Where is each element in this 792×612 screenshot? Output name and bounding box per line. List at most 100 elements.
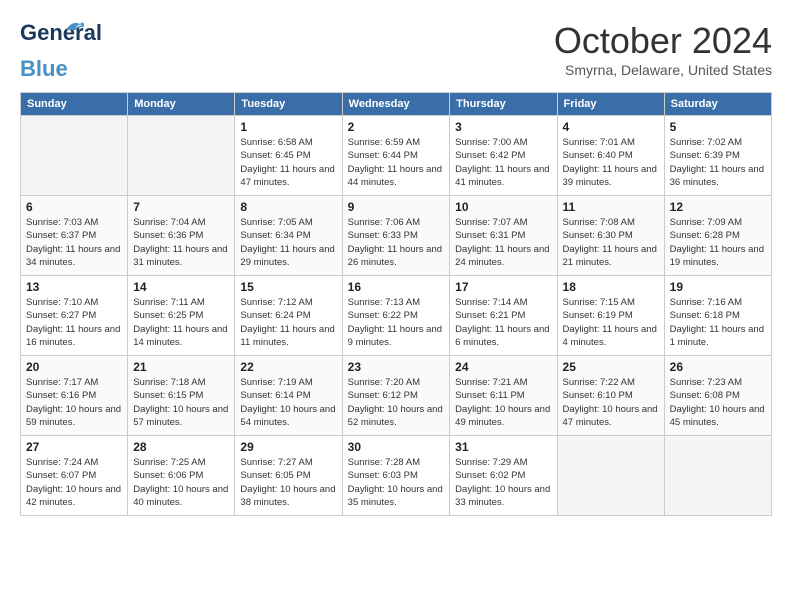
- calendar-cell: 21 Sunrise: 7:18 AM Sunset: 6:15 PM Dayli…: [128, 356, 235, 436]
- day-info: Sunrise: 7:10 AM Sunset: 6:27 PM Dayligh…: [26, 296, 122, 349]
- month-title: October 2024: [554, 20, 772, 62]
- day-number: 9: [348, 200, 445, 214]
- calendar-cell: 30Sunrise: 7:28 AM Sunset: 6:03 PM Dayli…: [342, 436, 450, 516]
- weekday-header-sunday: Sunday: [21, 93, 128, 116]
- day-number: 29: [240, 440, 336, 454]
- calendar-cell: 6 Sunrise: 7:03 AM Sunset: 6:37 PM Daylig…: [21, 196, 128, 276]
- day-info: Sunrise: 7:07 AM Sunset: 6:31 PM Dayligh…: [455, 216, 551, 269]
- day-info: Sunrise: 7:29 AM Sunset: 6:02 PM Dayligh…: [455, 456, 551, 509]
- day-info: Sunrise: 7:04 AM Sunset: 6:36 PM Dayligh…: [133, 216, 229, 269]
- logo-bird-icon: [64, 16, 86, 38]
- day-info: Sunrise: 6:59 AM Sunset: 6:44 PM Dayligh…: [348, 136, 445, 189]
- day-number: 31: [455, 440, 551, 454]
- weekday-header-friday: Friday: [557, 93, 664, 116]
- day-info: Sunrise: 7:23 AM Sunset: 6:08 PM Dayligh…: [670, 376, 766, 429]
- day-number: 8: [240, 200, 336, 214]
- calendar-cell: 14 Sunrise: 7:11 AM Sunset: 6:25 PM Dayli…: [128, 276, 235, 356]
- calendar-body: 1 Sunrise: 6:58 AM Sunset: 6:45 PM Daylig…: [21, 116, 772, 516]
- day-info: Sunrise: 7:01 AM Sunset: 6:40 PM Dayligh…: [563, 136, 659, 189]
- day-info: Sunrise: 7:12 AM Sunset: 6:24 PM Dayligh…: [240, 296, 336, 349]
- calendar-cell: 2 Sunrise: 6:59 AM Sunset: 6:44 PM Daylig…: [342, 116, 450, 196]
- day-info: Sunrise: 7:03 AM Sunset: 6:37 PM Dayligh…: [26, 216, 122, 269]
- calendar-cell: 20 Sunrise: 7:17 AM Sunset: 6:16 PM Dayli…: [21, 356, 128, 436]
- day-info: Sunrise: 7:25 AM Sunset: 6:06 PM Dayligh…: [133, 456, 229, 509]
- day-number: 28: [133, 440, 229, 454]
- day-info: Sunrise: 7:15 AM Sunset: 6:19 PM Dayligh…: [563, 296, 659, 349]
- calendar-cell: 8 Sunrise: 7:05 AM Sunset: 6:34 PM Daylig…: [235, 196, 342, 276]
- day-number: 7: [133, 200, 229, 214]
- calendar-cell: 16 Sunrise: 7:13 AM Sunset: 6:22 PM Dayli…: [342, 276, 450, 356]
- calendar-cell: 4 Sunrise: 7:01 AM Sunset: 6:40 PM Daylig…: [557, 116, 664, 196]
- day-number: 26: [670, 360, 766, 374]
- calendar-cell: 31 Sunrise: 7:29 AM Sunset: 6:02 PM Dayli…: [450, 436, 557, 516]
- calendar-cell: 13 Sunrise: 7:10 AM Sunset: 6:27 PM Dayli…: [21, 276, 128, 356]
- calendar-cell: 9Sunrise: 7:06 AM Sunset: 6:33 PM Daylig…: [342, 196, 450, 276]
- day-info: Sunrise: 7:20 AM Sunset: 6:12 PM Dayligh…: [348, 376, 445, 429]
- calendar-cell: 3Sunrise: 7:00 AM Sunset: 6:42 PM Daylig…: [450, 116, 557, 196]
- day-number: 3: [455, 120, 551, 134]
- calendar-cell: [128, 116, 235, 196]
- calendar-cell: 29 Sunrise: 7:27 AM Sunset: 6:05 PM Dayli…: [235, 436, 342, 516]
- day-info: Sunrise: 7:18 AM Sunset: 6:15 PM Dayligh…: [133, 376, 229, 429]
- calendar-cell: 23 Sunrise: 7:20 AM Sunset: 6:12 PM Dayli…: [342, 356, 450, 436]
- day-number: 5: [670, 120, 766, 134]
- day-info: Sunrise: 7:11 AM Sunset: 6:25 PM Dayligh…: [133, 296, 229, 349]
- day-number: 4: [563, 120, 659, 134]
- day-info: Sunrise: 7:27 AM Sunset: 6:05 PM Dayligh…: [240, 456, 336, 509]
- weekday-header-tuesday: Tuesday: [235, 93, 342, 116]
- day-number: 20: [26, 360, 122, 374]
- day-number: 10: [455, 200, 551, 214]
- calendar-cell: [557, 436, 664, 516]
- calendar-cell: 25Sunrise: 7:22 AM Sunset: 6:10 PM Dayli…: [557, 356, 664, 436]
- day-info: Sunrise: 7:05 AM Sunset: 6:34 PM Dayligh…: [240, 216, 336, 269]
- day-info: Sunrise: 7:22 AM Sunset: 6:10 PM Dayligh…: [563, 376, 659, 429]
- calendar-cell: 24Sunrise: 7:21 AM Sunset: 6:11 PM Dayli…: [450, 356, 557, 436]
- calendar-cell: 27Sunrise: 7:24 AM Sunset: 6:07 PM Dayli…: [21, 436, 128, 516]
- day-number: 22: [240, 360, 336, 374]
- calendar-cell: 10 Sunrise: 7:07 AM Sunset: 6:31 PM Dayli…: [450, 196, 557, 276]
- day-number: 15: [240, 280, 336, 294]
- logo-general: General: [20, 20, 102, 45]
- calendar-week-5: 27Sunrise: 7:24 AM Sunset: 6:07 PM Dayli…: [21, 436, 772, 516]
- calendar-header-row: SundayMondayTuesdayWednesdayThursdayFrid…: [21, 93, 772, 116]
- calendar-cell: 22 Sunrise: 7:19 AM Sunset: 6:14 PM Dayli…: [235, 356, 342, 436]
- calendar-cell: 1 Sunrise: 6:58 AM Sunset: 6:45 PM Daylig…: [235, 116, 342, 196]
- calendar-cell: 19Sunrise: 7:16 AM Sunset: 6:18 PM Dayli…: [664, 276, 771, 356]
- day-info: Sunrise: 7:02 AM Sunset: 6:39 PM Dayligh…: [670, 136, 766, 189]
- day-number: 6: [26, 200, 122, 214]
- day-info: Sunrise: 7:13 AM Sunset: 6:22 PM Dayligh…: [348, 296, 445, 349]
- day-number: 27: [26, 440, 122, 454]
- weekday-header-saturday: Saturday: [664, 93, 771, 116]
- calendar-week-3: 13 Sunrise: 7:10 AM Sunset: 6:27 PM Dayli…: [21, 276, 772, 356]
- calendar-week-2: 6 Sunrise: 7:03 AM Sunset: 6:37 PM Daylig…: [21, 196, 772, 276]
- calendar-cell: 5 Sunrise: 7:02 AM Sunset: 6:39 PM Daylig…: [664, 116, 771, 196]
- calendar-cell: 18 Sunrise: 7:15 AM Sunset: 6:19 PM Dayli…: [557, 276, 664, 356]
- day-number: 2: [348, 120, 445, 134]
- day-number: 11: [563, 200, 659, 214]
- day-info: Sunrise: 7:19 AM Sunset: 6:14 PM Dayligh…: [240, 376, 336, 429]
- day-info: Sunrise: 6:58 AM Sunset: 6:45 PM Dayligh…: [240, 136, 336, 189]
- day-number: 16: [348, 280, 445, 294]
- day-number: 23: [348, 360, 445, 374]
- weekday-header-thursday: Thursday: [450, 93, 557, 116]
- weekday-header-monday: Monday: [128, 93, 235, 116]
- day-number: 1: [240, 120, 336, 134]
- location-subtitle: Smyrna, Delaware, United States: [554, 62, 772, 78]
- calendar-week-4: 20 Sunrise: 7:17 AM Sunset: 6:16 PM Dayli…: [21, 356, 772, 436]
- day-number: 24: [455, 360, 551, 374]
- weekday-header-wednesday: Wednesday: [342, 93, 450, 116]
- calendar-cell: 26 Sunrise: 7:23 AM Sunset: 6:08 PM Dayli…: [664, 356, 771, 436]
- day-info: Sunrise: 7:09 AM Sunset: 6:28 PM Dayligh…: [670, 216, 766, 269]
- day-number: 12: [670, 200, 766, 214]
- day-number: 14: [133, 280, 229, 294]
- day-info: Sunrise: 7:17 AM Sunset: 6:16 PM Dayligh…: [26, 376, 122, 429]
- day-number: 21: [133, 360, 229, 374]
- day-number: 13: [26, 280, 122, 294]
- calendar-table: SundayMondayTuesdayWednesdayThursdayFrid…: [20, 92, 772, 516]
- calendar-cell: 15 Sunrise: 7:12 AM Sunset: 6:24 PM Dayli…: [235, 276, 342, 356]
- day-info: Sunrise: 7:28 AM Sunset: 6:03 PM Dayligh…: [348, 456, 445, 509]
- calendar-cell: [664, 436, 771, 516]
- day-number: 18: [563, 280, 659, 294]
- day-info: Sunrise: 7:16 AM Sunset: 6:18 PM Dayligh…: [670, 296, 766, 349]
- calendar-cell: 17Sunrise: 7:14 AM Sunset: 6:21 PM Dayli…: [450, 276, 557, 356]
